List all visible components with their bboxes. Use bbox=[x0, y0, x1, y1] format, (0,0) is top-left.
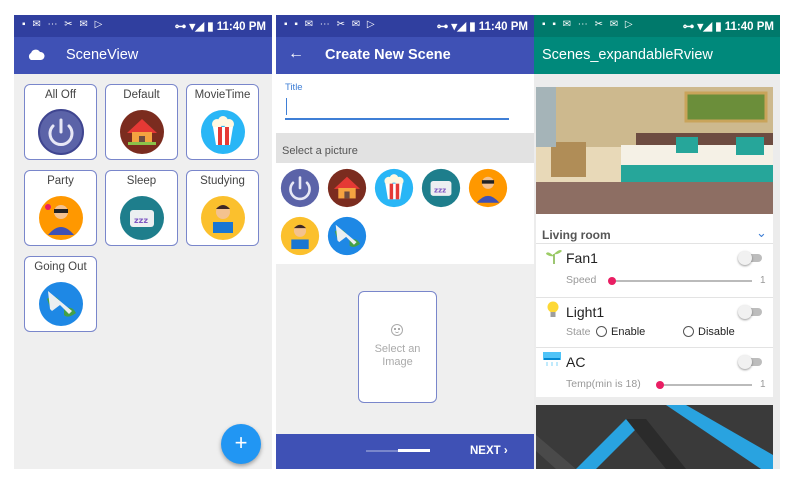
scene-tile-movietime[interactable]: MovieTime bbox=[186, 84, 259, 160]
plant-fan-icon bbox=[546, 250, 562, 264]
light1-toggle[interactable] bbox=[738, 305, 762, 319]
device-name: Fan1 bbox=[566, 250, 598, 266]
temp-label: Temp(min is 18) bbox=[566, 378, 641, 390]
scene-tile-label: Going Out bbox=[34, 261, 87, 273]
title-field[interactable]: Title bbox=[276, 74, 534, 134]
globe-plane-icon bbox=[39, 282, 83, 326]
scene-tile-default[interactable]: Default bbox=[105, 84, 178, 160]
abstract-pattern-image bbox=[536, 405, 773, 469]
globe-plane-icon[interactable] bbox=[327, 216, 367, 256]
disable-label: Disable bbox=[698, 326, 735, 338]
room-name: Living room bbox=[542, 228, 611, 242]
device-row-fan1: Fan1 Speed 1 bbox=[536, 243, 773, 298]
svg-text:zzz: zzz bbox=[134, 216, 148, 225]
party-person-icon[interactable] bbox=[468, 168, 508, 208]
chevron-down-icon[interactable]: ⌄ bbox=[756, 225, 767, 241]
device-row-ac: AC Temp(min is 18) 1 bbox=[536, 347, 773, 398]
disable-radio[interactable] bbox=[683, 326, 694, 337]
status-bar: ▪ ▪ ✉ ⋯ ✂ ✉ ▷ ⊶ ▾◢ ▮ 11:40 PM bbox=[534, 15, 780, 37]
speed-slider-track[interactable] bbox=[610, 280, 752, 282]
notification-icons: ▪ ✉ ⋯ ✂ ✉ ▷ bbox=[22, 19, 105, 30]
select-image-box[interactable]: Select an Image bbox=[358, 291, 437, 403]
cloud-icon bbox=[28, 49, 45, 60]
picture-section-label: Select a picture bbox=[282, 145, 358, 157]
temp-slider-thumb[interactable] bbox=[656, 381, 664, 389]
scene-tile-label: Default bbox=[123, 89, 160, 101]
title-field-label: Title bbox=[285, 82, 303, 93]
scene-tile-going-out[interactable]: Going Out bbox=[24, 256, 97, 332]
enable-radio[interactable] bbox=[596, 326, 607, 337]
scene-tile-party[interactable]: Party bbox=[24, 170, 97, 246]
title-field-underline bbox=[285, 118, 509, 120]
smiley-icon bbox=[391, 324, 403, 336]
party-person-icon bbox=[39, 196, 83, 240]
status-bar: ▪ ▪ ✉ ⋯ ✂ ✉ ▷ ⊶ ▾◢ ▮ 11:40 PM bbox=[276, 15, 534, 37]
speed-value: 1 bbox=[760, 275, 766, 286]
speed-label: Speed bbox=[566, 274, 597, 286]
power-icon bbox=[38, 109, 84, 155]
status-time: ⊶ ▾◢ ▮ 11:40 PM bbox=[174, 21, 266, 33]
text-cursor bbox=[286, 98, 287, 115]
status-time: ⊶ ▾◢ ▮ 11:40 PM bbox=[436, 21, 528, 33]
ac-icon bbox=[543, 352, 561, 366]
ac-toggle[interactable] bbox=[738, 355, 762, 369]
scene-tile-label: All Off bbox=[44, 89, 77, 101]
sceneview-screen: ▪ ✉ ⋯ ✂ ✉ ▷ ⊶ ▾◢ ▮ 11:40 PM SceneView Al… bbox=[14, 15, 272, 469]
temp-value: 1 bbox=[760, 379, 766, 390]
app-bar: ← Create New Scene bbox=[276, 37, 534, 74]
svg-text:zzz: zzz bbox=[434, 186, 446, 194]
next-button[interactable]: NEXT › bbox=[470, 445, 508, 457]
add-scene-button[interactable]: + bbox=[221, 424, 261, 464]
reading-person-icon[interactable] bbox=[280, 216, 320, 256]
back-arrow-icon[interactable]: ← bbox=[288, 45, 304, 63]
bulb-icon bbox=[547, 301, 559, 317]
power-icon[interactable] bbox=[280, 168, 320, 208]
room-photo[interactable] bbox=[536, 87, 773, 214]
create-scene-screen: ▪ ▪ ✉ ⋯ ✂ ✉ ▷ ⊶ ▾◢ ▮ 11:40 PM ← Create N… bbox=[276, 15, 534, 469]
scene-tile-label: Sleep bbox=[126, 175, 157, 187]
notification-icons: ▪ ▪ ✉ ⋯ ✂ ✉ ▷ bbox=[284, 19, 377, 30]
progress-indicator bbox=[398, 449, 430, 452]
house-icon bbox=[120, 110, 164, 154]
speed-slider-thumb[interactable] bbox=[608, 277, 616, 285]
status-bar: ▪ ✉ ⋯ ✂ ✉ ▷ ⊶ ▾◢ ▮ 11:40 PM bbox=[14, 15, 272, 37]
picture-picker: zzz bbox=[276, 163, 534, 264]
scene-tile-sleep[interactable]: Sleep zzz bbox=[105, 170, 178, 246]
scene-tile-studying[interactable]: Studying bbox=[186, 170, 259, 246]
picture-section-header: Select a picture bbox=[276, 133, 534, 163]
scene-tile-label: Studying bbox=[200, 175, 245, 187]
device-name: AC bbox=[566, 354, 586, 370]
house-icon[interactable] bbox=[327, 168, 367, 208]
scene-tile-all-off[interactable]: All Off bbox=[24, 84, 97, 160]
app-title: Create New Scene bbox=[325, 47, 451, 63]
room-card: Living room ⌄ Fan1 Speed 1 Light1 State … bbox=[536, 87, 773, 397]
scene-banner-image[interactable] bbox=[536, 405, 773, 469]
reading-person-icon bbox=[201, 196, 245, 240]
app-bar: Scenes_expandableRview bbox=[534, 37, 780, 74]
device-name: Light1 bbox=[566, 304, 605, 320]
popcorn-icon bbox=[201, 110, 245, 154]
sleep-pillow-icon[interactable]: zzz bbox=[421, 168, 461, 208]
app-title: Scenes_expandableRview bbox=[542, 47, 713, 63]
select-image-text: Select an Image bbox=[374, 343, 421, 368]
scene-tile-label: Party bbox=[47, 175, 74, 187]
popcorn-icon[interactable] bbox=[374, 168, 414, 208]
notification-icons: ▪ ▪ ✉ ⋯ ✂ ✉ ▷ bbox=[542, 19, 635, 30]
enable-label: Enable bbox=[611, 326, 646, 338]
temp-slider-track[interactable] bbox=[660, 384, 752, 386]
scene-tile-label: MovieTime bbox=[194, 89, 251, 101]
wizard-bottom-bar: NEXT › bbox=[276, 434, 534, 469]
status-time: ⊶ ▾◢ ▮ 11:40 PM bbox=[682, 21, 774, 33]
app-bar: SceneView bbox=[14, 37, 272, 74]
state-label: State bbox=[566, 326, 591, 338]
fan1-toggle[interactable] bbox=[738, 251, 762, 265]
expandable-scenes-screen: ▪ ▪ ✉ ⋯ ✂ ✉ ▷ ⊶ ▾◢ ▮ 11:40 PM Scenes_exp… bbox=[534, 15, 780, 469]
device-row-light1: Light1 State Enable Disable bbox=[536, 297, 773, 348]
sleep-pillow-icon: zzz bbox=[120, 196, 164, 240]
app-title: SceneView bbox=[66, 47, 139, 63]
